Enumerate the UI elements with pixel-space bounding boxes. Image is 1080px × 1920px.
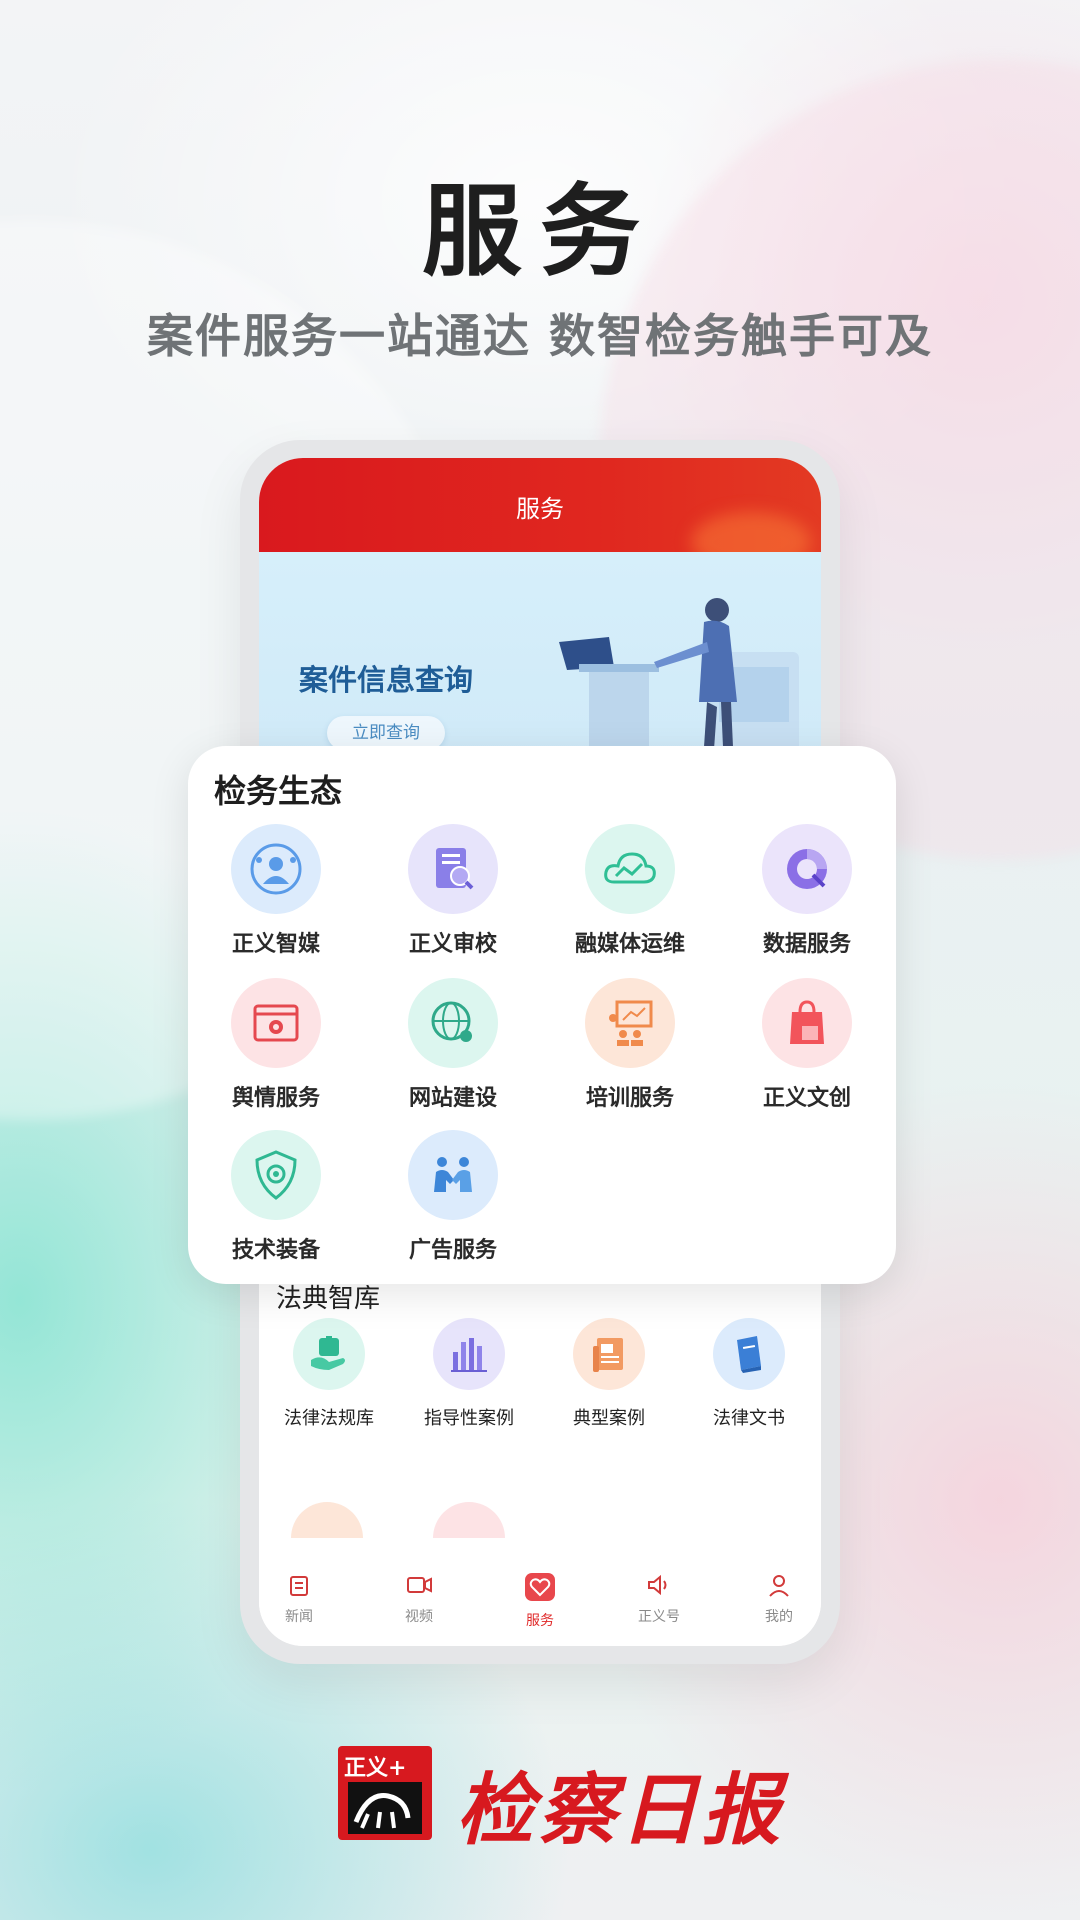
- eco-item-label: 技术装备: [231, 1238, 320, 1263]
- smart-media-icon: [231, 824, 321, 914]
- eco-item-label: 正义智媒: [231, 932, 320, 957]
- law-item-label: 法律文书: [713, 1408, 785, 1428]
- eco-item-label: 舆情服务: [231, 1086, 320, 1111]
- eco-item-label: 广告服务: [408, 1238, 497, 1263]
- handshake-icon: [408, 1130, 498, 1220]
- eco-item-label: 网站建设: [408, 1086, 497, 1111]
- tab-label: 服务: [526, 1612, 554, 1628]
- bottom-tab-bar: 新闻 视频 服务 正义号 我的: [259, 1558, 821, 1646]
- eco-item-tech-equipment[interactable]: 技术装备: [188, 1130, 364, 1264]
- eco-item-website[interactable]: 网站建设: [365, 978, 541, 1112]
- partial-item: [433, 1502, 505, 1538]
- eco-item-label: 正义审校: [408, 932, 497, 957]
- bar-chart-icon: [433, 1318, 505, 1390]
- promo-subline: 案件服务一站通达 数智检务触手可及: [146, 309, 933, 363]
- section-title: 检务生态: [214, 772, 343, 810]
- proofread-icon: [408, 824, 498, 914]
- law-item-typical-cases[interactable]: 典型案例: [539, 1318, 679, 1430]
- public-opinion-icon: [231, 978, 321, 1068]
- brand-badge-emblem: [348, 1782, 422, 1834]
- brand-name: 检察日报: [456, 1765, 785, 1856]
- book-icon: [713, 1318, 785, 1390]
- promo-headline: 服务: [422, 172, 658, 290]
- shopping-bag-icon: [762, 978, 852, 1068]
- video-icon: [407, 1577, 432, 1593]
- law-item-label: 典型案例: [573, 1408, 645, 1428]
- tab-zhengyi-hao[interactable]: 正义号: [619, 1572, 699, 1626]
- service-heart-icon: [525, 1573, 555, 1601]
- tab-label: 视频: [405, 1608, 433, 1624]
- brand-badge-text: 正义+: [344, 1755, 407, 1781]
- eco-item-cultural-products[interactable]: 正义文创: [719, 978, 895, 1112]
- eco-item-cloud-ops[interactable]: 融媒体运维: [542, 824, 718, 958]
- tab-label: 新闻: [285, 1608, 313, 1624]
- law-item-guiding-cases[interactable]: 指导性案例: [399, 1318, 539, 1430]
- partial-icon: [291, 1502, 363, 1538]
- data-service-icon: [762, 824, 852, 914]
- eco-item-proofread[interactable]: 正义审校: [365, 824, 541, 958]
- law-item-label: 指导性案例: [424, 1408, 514, 1428]
- app-header: 服务: [259, 458, 821, 572]
- tab-label: 我的: [765, 1608, 793, 1624]
- law-item-regulations[interactable]: 法律法规库: [259, 1318, 399, 1430]
- eco-item-label: 融媒体运维: [574, 932, 685, 957]
- eco-item-label: 培训服务: [585, 1086, 674, 1111]
- tab-news[interactable]: 新闻: [259, 1572, 339, 1626]
- law-library-icon: [293, 1318, 365, 1390]
- eco-item-label: 数据服务: [762, 932, 851, 957]
- query-now-button[interactable]: 立即查询: [327, 716, 445, 750]
- law-item-legal-documents[interactable]: 法律文书: [679, 1318, 819, 1430]
- news-icon: [290, 1576, 308, 1596]
- user-icon: [769, 1575, 789, 1597]
- ecosystem-card: 检务生态 正义智媒 正义审校 融媒体运维 数据服务 舆情服务 网站建设 培训服务…: [188, 746, 896, 1284]
- partial-item: [291, 1502, 363, 1538]
- partial-icon: [433, 1502, 505, 1538]
- tab-service[interactable]: 服务: [500, 1572, 580, 1630]
- document-icon: [573, 1318, 645, 1390]
- cloud-ops-icon: [585, 824, 675, 914]
- eco-item-public-opinion[interactable]: 舆情服务: [188, 978, 364, 1112]
- tab-video[interactable]: 视频: [379, 1572, 459, 1626]
- tab-label: 正义号: [638, 1608, 680, 1624]
- shield-icon: [231, 1130, 321, 1220]
- tab-profile[interactable]: 我的: [739, 1572, 819, 1626]
- eco-item-data-service[interactable]: 数据服务: [719, 824, 895, 958]
- eco-item-label: 正义文创: [762, 1086, 851, 1111]
- eco-item-advertising[interactable]: 广告服务: [365, 1130, 541, 1264]
- website-icon: [408, 978, 498, 1068]
- page-title: 服务: [516, 496, 564, 523]
- eco-item-training[interactable]: 培训服务: [542, 978, 718, 1112]
- eco-item-smart-media[interactable]: 正义智媒: [188, 824, 364, 958]
- brand-logo: 正义+ 检察日报: [338, 1746, 780, 1856]
- speaker-icon: [648, 1574, 667, 1596]
- law-item-label: 法律法规库: [284, 1408, 374, 1428]
- training-icon: [585, 978, 675, 1068]
- banner-title: 案件信息查询: [299, 663, 474, 697]
- brand-badge-icon: 正义+: [338, 1746, 432, 1840]
